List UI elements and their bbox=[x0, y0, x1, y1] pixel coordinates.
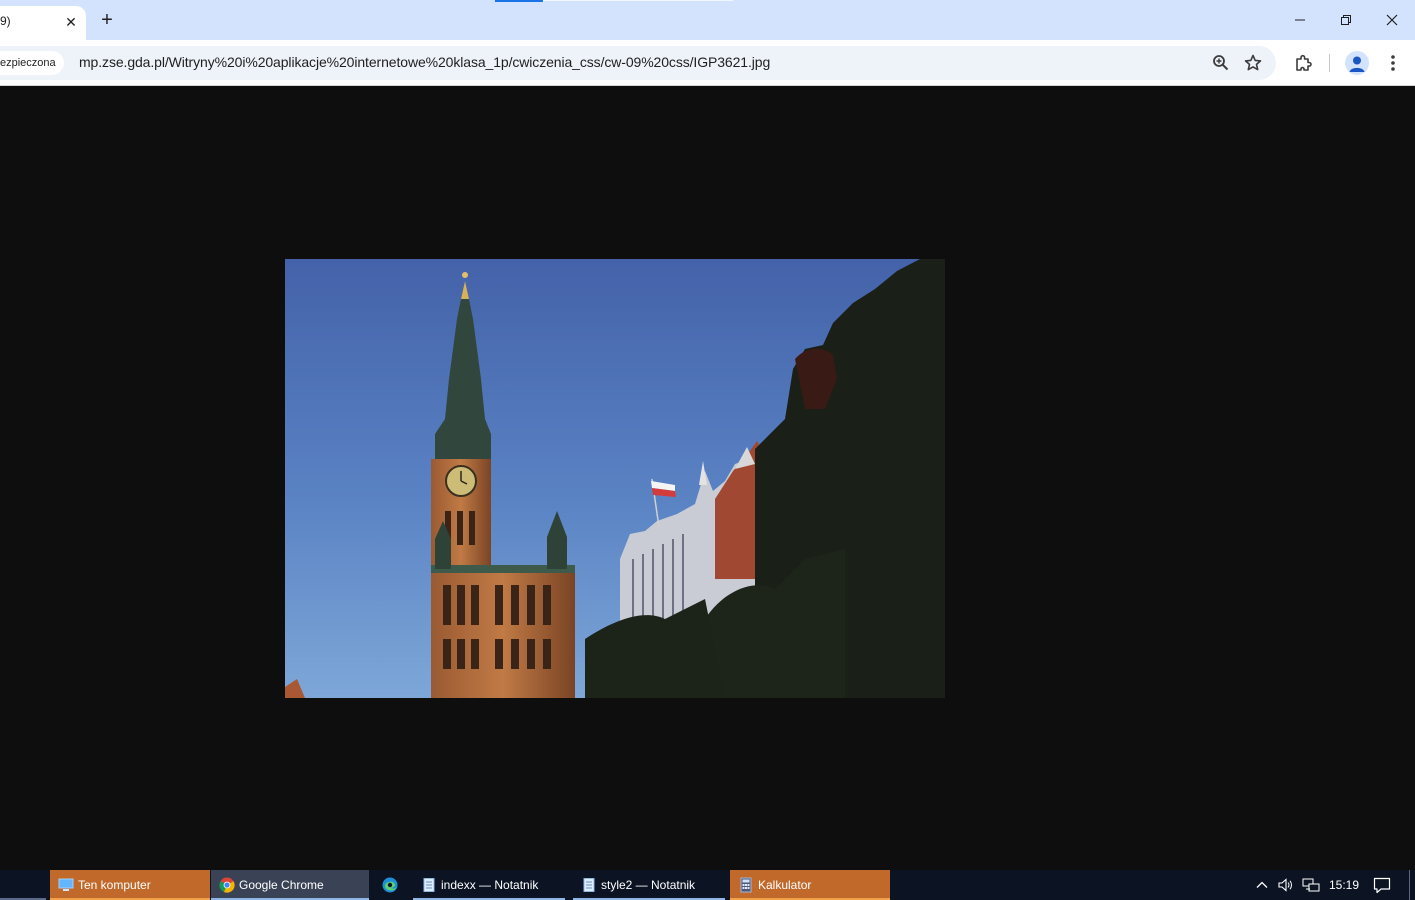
clock-time[interactable]: 15:19 bbox=[1329, 870, 1359, 900]
chrome-icon bbox=[219, 877, 235, 893]
taskbar: Ten komputer Google Chrome indexx — Nota… bbox=[0, 870, 1415, 900]
start-button[interactable] bbox=[0, 870, 46, 900]
taskbar-item-kalkulator[interactable]: Kalkulator bbox=[730, 870, 890, 900]
profile-icon[interactable] bbox=[1345, 51, 1369, 75]
close-icon bbox=[1386, 14, 1398, 26]
taskbar-item-label: indexx — Notatnik bbox=[441, 878, 539, 892]
taskbar-item-label: Ten komputer bbox=[78, 878, 151, 892]
tab-strip: 9) ✕ + bbox=[0, 0, 1415, 40]
security-chip[interactable]: ezpieczona bbox=[0, 51, 64, 75]
close-tab-icon[interactable]: ✕ bbox=[62, 13, 80, 31]
toolbar-divider bbox=[1329, 54, 1330, 72]
chevron-up-icon[interactable] bbox=[1255, 878, 1269, 892]
notifications-icon[interactable] bbox=[1373, 877, 1391, 894]
new-tab-button[interactable]: + bbox=[96, 9, 118, 31]
computer-icon bbox=[58, 878, 74, 891]
active-tab[interactable]: 9) ✕ bbox=[0, 6, 86, 40]
taskbar-item-label: style2 — Notatnik bbox=[601, 878, 696, 892]
notepad-icon bbox=[583, 878, 595, 892]
calculator-icon bbox=[740, 877, 752, 893]
bookmark-star-icon[interactable] bbox=[1243, 53, 1263, 73]
taskbar-item-edge[interactable] bbox=[374, 870, 408, 900]
restore-button[interactable] bbox=[1326, 4, 1366, 36]
taskbar-item-ten-komputer[interactable]: Ten komputer bbox=[50, 870, 210, 900]
taskbar-item-label: Google Chrome bbox=[239, 878, 324, 892]
taskbar-item-label: Kalkulator bbox=[758, 878, 812, 892]
volume-icon[interactable] bbox=[1277, 877, 1294, 893]
menu-icon[interactable] bbox=[1383, 53, 1403, 73]
town-hall-photo bbox=[285, 259, 945, 698]
tab-title: 9) bbox=[0, 14, 11, 28]
edge-icon bbox=[382, 877, 398, 893]
taskbar-item-google-chrome[interactable]: Google Chrome bbox=[211, 870, 369, 900]
zoom-icon[interactable] bbox=[1211, 53, 1231, 73]
notepad-icon bbox=[423, 878, 435, 892]
close-window-button[interactable] bbox=[1372, 4, 1412, 36]
minimize-button[interactable] bbox=[1280, 4, 1320, 36]
displayed-photo[interactable] bbox=[285, 259, 945, 698]
loading-track bbox=[543, 0, 733, 1]
minimize-icon bbox=[1295, 19, 1305, 21]
show-desktop-button[interactable] bbox=[1409, 870, 1410, 900]
extensions-icon[interactable] bbox=[1293, 53, 1313, 73]
taskbar-item-style2-notatnik[interactable]: style2 — Notatnik bbox=[573, 870, 725, 900]
restore-icon bbox=[1341, 15, 1351, 25]
address-bar-url[interactable]: mp.zse.gda.pl/Witryny%20i%20aplikacje%20… bbox=[79, 54, 770, 70]
loading-indicator bbox=[495, 0, 543, 2]
network-icon[interactable] bbox=[1302, 877, 1320, 893]
taskbar-item-indexx-notatnik[interactable]: indexx — Notatnik bbox=[413, 870, 565, 900]
